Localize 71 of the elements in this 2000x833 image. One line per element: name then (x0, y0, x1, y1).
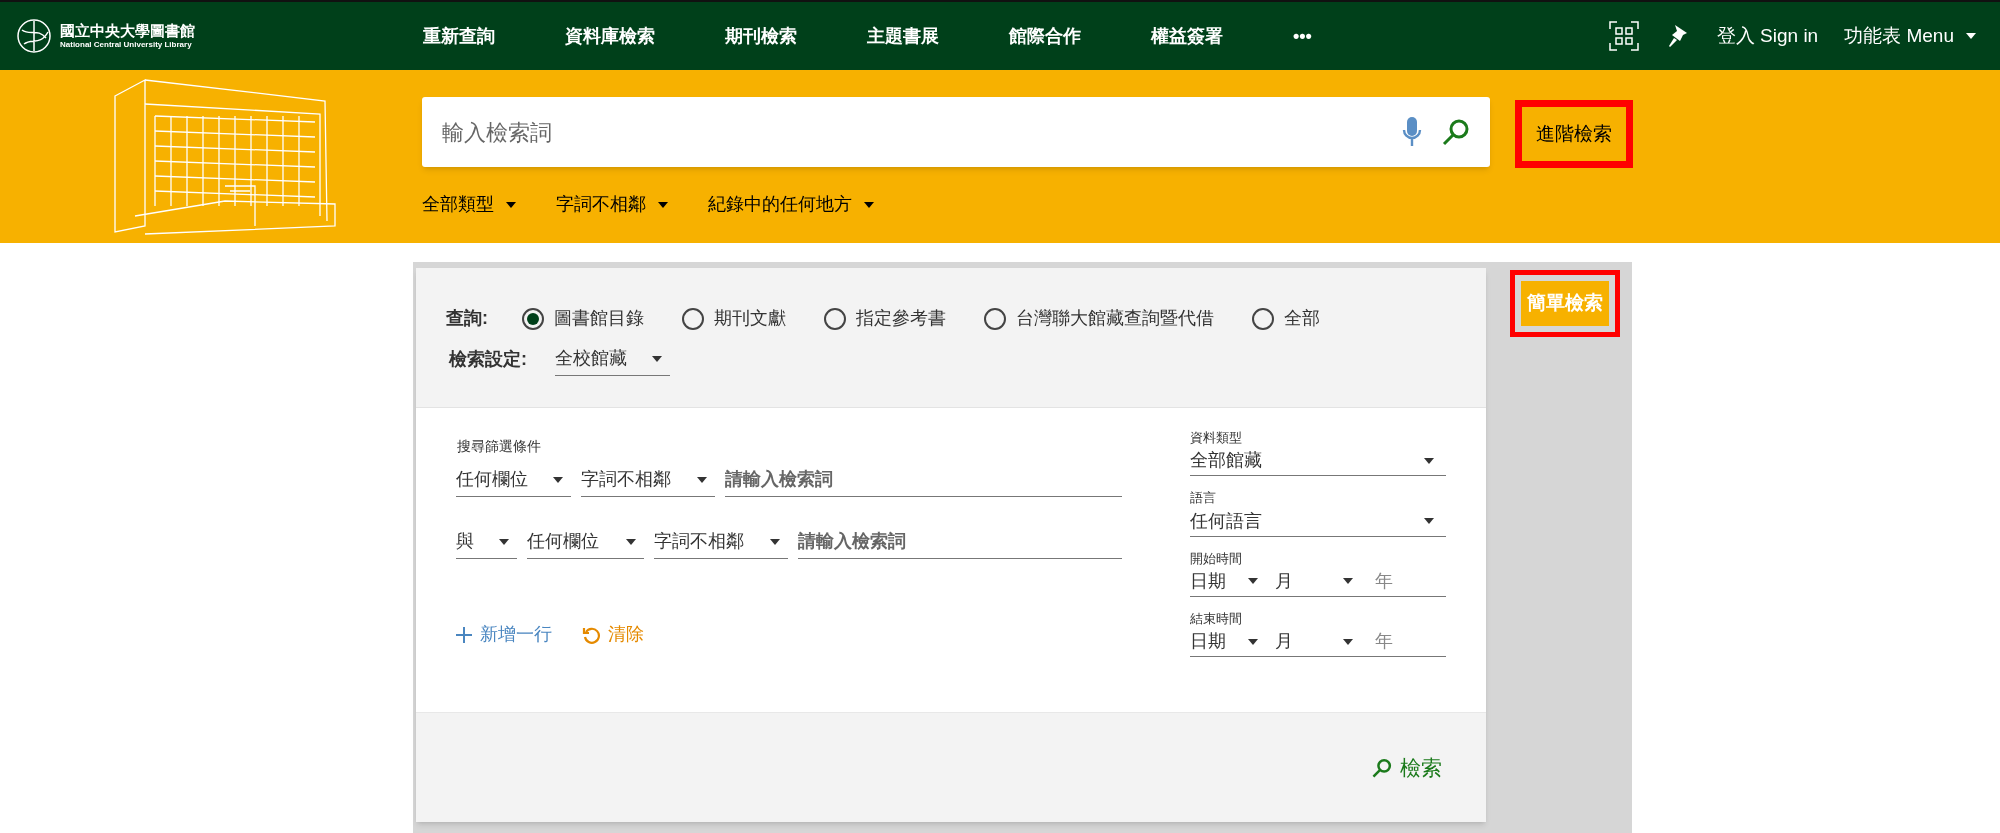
nav-link[interactable]: 館際合作 (1009, 22, 1081, 50)
caret-icon (658, 201, 668, 208)
setting-label: 檢索設定: (449, 347, 527, 371)
search-field[interactable]: 輸入檢索詞 (422, 97, 1490, 167)
year-input[interactable]: 年 (1375, 567, 1394, 595)
caret-icon (1966, 33, 1976, 39)
match-dropdown[interactable]: 字詞不相鄰 (654, 525, 788, 559)
caret-icon (652, 355, 662, 362)
nav-link[interactable]: 權益簽署 (1151, 22, 1223, 50)
pin-icon[interactable] (1666, 24, 1689, 48)
search-icon[interactable] (1442, 118, 1470, 146)
nav-link[interactable]: 重新查詢 (423, 22, 495, 50)
field-dropdown[interactable]: 任何欄位 (527, 525, 644, 559)
year-input[interactable]: 年 (1375, 628, 1394, 655)
caret-icon (1343, 578, 1354, 585)
setting-dropdown[interactable]: 全校館藏 (555, 342, 670, 376)
scope-radio[interactable]: 台灣聯大館藏查詢暨代借 (984, 305, 1214, 332)
day-select[interactable]: 日期 (1190, 567, 1271, 595)
logo-title: 國立中央大學圖書館 (60, 21, 195, 41)
filter-label: 語言 (1190, 490, 1218, 507)
filter-label: 結束時間 (1190, 610, 1244, 627)
query-label: 查詢: (446, 307, 488, 330)
caret-icon (553, 476, 563, 483)
day-select[interactable]: 日期 (1190, 628, 1271, 655)
filter-label: 資料類型 (1190, 430, 1244, 447)
month-select[interactable]: 月 (1275, 628, 1366, 655)
caret-icon (1343, 638, 1354, 645)
filter-dropdown[interactable]: 全部類型 (422, 191, 516, 218)
search-icon (1372, 757, 1392, 778)
search-input[interactable]: 輸入檢索詞 (442, 115, 1402, 149)
search-button[interactable]: 檢索 (1372, 751, 1442, 784)
nav-link[interactable]: ••• (1293, 22, 1312, 50)
term-input[interactable]: 請輸入檢索詞 (725, 463, 1123, 497)
caret-icon (506, 201, 516, 208)
nav-link[interactable]: 期刊檢索 (725, 22, 797, 50)
scope-radio[interactable]: 指定參考書 (824, 305, 946, 332)
plus-icon (456, 626, 472, 643)
qr-code-icon[interactable] (1608, 21, 1639, 51)
add-row-button[interactable]: 新增一行 (456, 621, 552, 648)
caret-icon (1248, 638, 1259, 645)
caret-icon (499, 538, 509, 545)
scope-radio[interactable]: 全部 (1252, 305, 1320, 332)
scope-radio[interactable]: 圖書館目錄 (522, 305, 644, 332)
sign-in-link[interactable]: 登入 Sign in (1716, 21, 1819, 51)
scope-radio[interactable]: 期刊文獻 (682, 305, 786, 332)
filter-dropdown[interactable]: 紀錄中的任何地方 (708, 191, 874, 218)
caret-icon (770, 538, 780, 545)
filter-dropdown[interactable]: 字詞不相鄰 (556, 191, 668, 218)
filter-select[interactable]: 任何語言 (1190, 506, 1446, 537)
caret-icon (1424, 457, 1434, 464)
month-select[interactable]: 月 (1275, 567, 1366, 595)
nav-link[interactable]: 主題書展 (867, 22, 939, 50)
caret-icon (864, 201, 874, 208)
logo-subtitle: National Central University Library (60, 40, 193, 51)
caret-icon (1248, 578, 1259, 585)
filter-select[interactable]: 全部館藏 (1190, 446, 1446, 477)
microphone-icon[interactable] (1402, 116, 1422, 148)
match-dropdown[interactable]: 字詞不相鄰 (581, 463, 715, 497)
reset-icon (582, 625, 600, 644)
filter-label: 開始時間 (1190, 550, 1244, 567)
logo-icon (16, 18, 52, 54)
caret-icon (697, 476, 707, 483)
operator-dropdown[interactable]: 與 (456, 525, 517, 559)
caret-icon (626, 538, 636, 545)
caret-icon (1424, 518, 1434, 524)
term-input[interactable]: 請輸入檢索詞 (798, 525, 1123, 559)
menu-button[interactable]: 功能表 Menu (1844, 21, 1976, 51)
nav-link[interactable]: 資料庫檢索 (565, 22, 655, 50)
advanced-search-button[interactable]: 進階檢索 (1515, 100, 1633, 168)
criteria-title: 搜尋篩選條件 (457, 437, 542, 456)
field-dropdown[interactable]: 任何欄位 (456, 463, 571, 497)
